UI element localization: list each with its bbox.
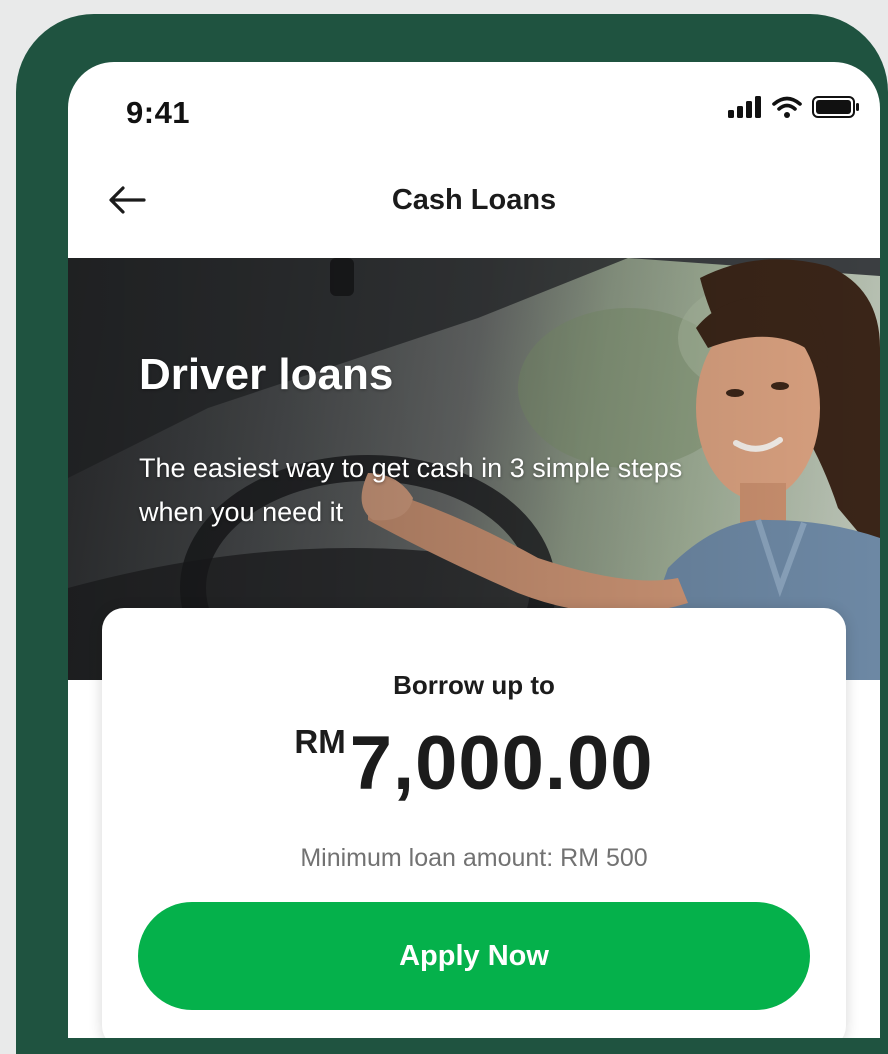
borrow-label: Borrow up to	[393, 670, 555, 700]
loan-amount: 7,000.00	[349, 721, 654, 806]
cellular-signal-icon	[728, 96, 762, 123]
currency-label: RM	[294, 723, 346, 760]
battery-icon	[812, 96, 860, 123]
status-bar: 9:41	[68, 62, 880, 162]
status-time: 9:41	[126, 95, 191, 130]
phone-screen: 9:41 Cash Loans Driver loans The easiest…	[68, 62, 880, 1038]
minimum-loan-text: Minimum loan amount: RM 500	[300, 844, 648, 872]
page-title: Cash Loans	[391, 184, 557, 216]
status-icons	[728, 96, 860, 123]
hero-subtitle: The easiest way to get cash in 3 simple …	[139, 453, 683, 527]
hero-title: Driver loans	[139, 350, 394, 399]
navigation-bar: Cash Loans	[68, 162, 880, 258]
loan-offer-card: Borrow up to RM7,000.00 Minimum loan amo…	[102, 608, 846, 1038]
apply-now-button[interactable]: Apply Now	[138, 902, 810, 1010]
wifi-icon	[772, 96, 802, 123]
loan-amount-row: RM7,000.00	[102, 720, 846, 807]
device-frame: 9:41 Cash Loans Driver loans The easiest…	[16, 14, 888, 1054]
